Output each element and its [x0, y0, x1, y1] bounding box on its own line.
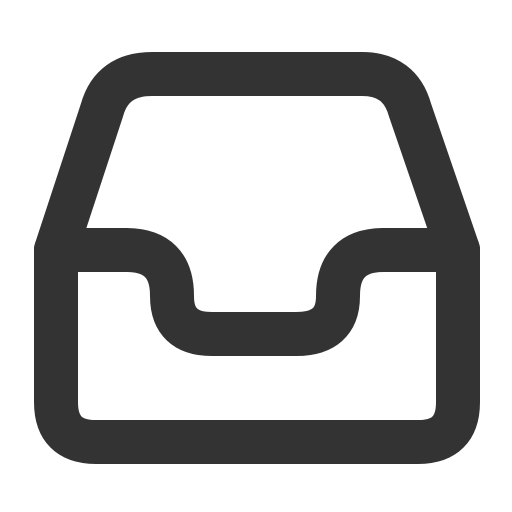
icon-canvas	[0, 0, 512, 512]
inbox-icon-svg	[34, 52, 480, 464]
inbox-tray-top-outline	[34, 52, 480, 272]
inbox-tray-opening	[34, 228, 480, 356]
inbox-icon	[0, 0, 512, 512]
